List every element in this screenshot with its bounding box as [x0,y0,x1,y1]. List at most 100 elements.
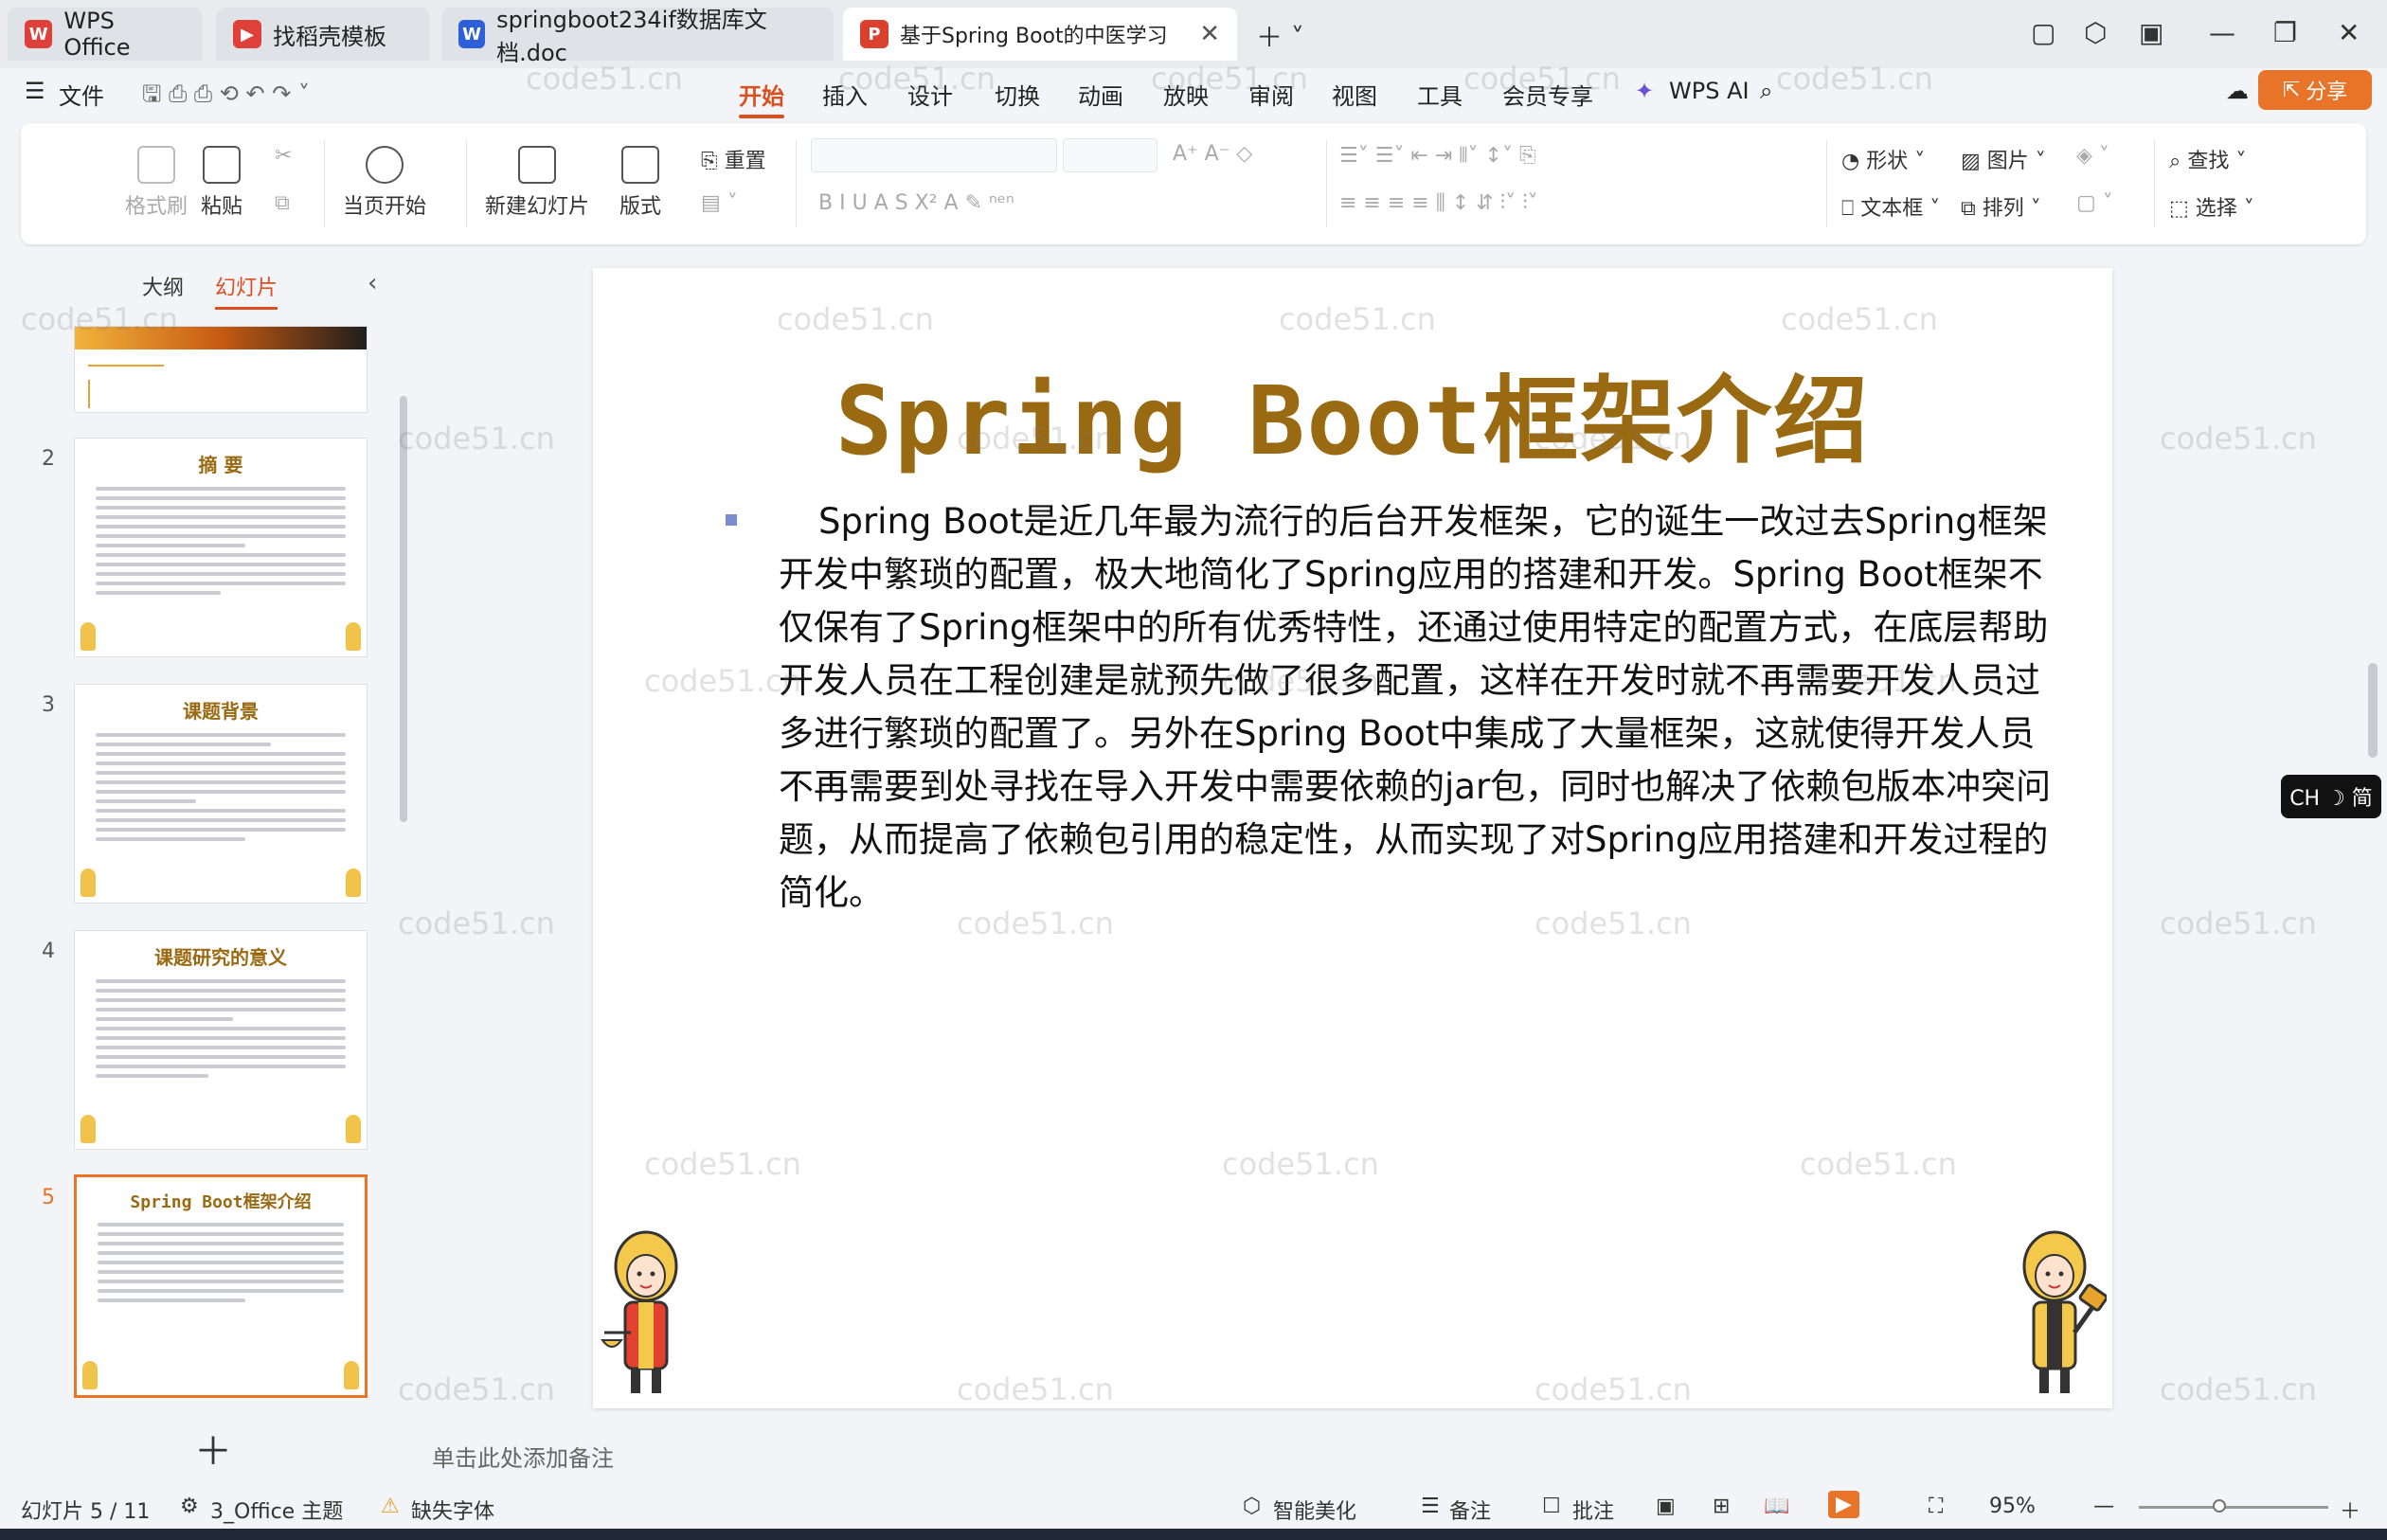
theme-name[interactable]: 3_Office 主题 [210,1495,343,1525]
new-tab-icon[interactable]: ＋ ˅ [1256,17,1304,55]
play-slideshow-icon[interactable]: ▶ [1828,1491,1859,1518]
menu-review[interactable]: 审阅 [1248,78,1294,111]
tab-word-doc[interactable]: W springboot234if数据库文档.doc [441,7,834,66]
cloud-upload-icon[interactable]: ☁ [2226,78,2249,104]
select-button[interactable]: ⬚ 选择 ˅ [2169,191,2254,222]
copy-icon[interactable]: ⧉ [275,191,290,215]
avatar[interactable]: ▣ [2139,17,2163,48]
font-size-controls[interactable]: A⁺ A⁻ ◇ [1173,142,1252,166]
slide-thumbnail-4[interactable]: 课题研究的意义 [74,930,368,1150]
slide-thumbnail-1[interactable] [74,326,368,413]
menu-home[interactable]: 开始 [739,78,784,118]
zoom-out-icon[interactable]: — [2093,1495,2114,1518]
watermark: code51.cn [2160,905,2317,941]
window-layout-icon[interactable]: ▢ [2031,17,2055,48]
slide-thumbnail-3[interactable]: 课题背景 [74,684,368,904]
picture-button[interactable]: ▨ 图片 ˅ [1961,144,2046,174]
outline-icon[interactable]: ▢ ˅ [2076,191,2113,215]
maximize-icon[interactable]: ❐ [2273,17,2297,48]
share-button[interactable]: ⇱ 分享 [2258,70,2372,110]
arrange-button[interactable]: ⧉ 排列 ˅ [1961,191,2041,222]
comments-button[interactable]: 批注 [1572,1495,1614,1525]
thumbnail-scrollbar[interactable] [400,396,407,822]
zoom-slider-handle[interactable] [2213,1499,2226,1513]
watermark: code51.cn [398,421,555,457]
notes-button[interactable]: 备注 [1449,1495,1491,1525]
play-label: 当页开始 [343,195,427,219]
menu-tools[interactable]: 工具 [1417,78,1463,111]
quick-access-toolbar[interactable]: 🖫 ⎙ ⎙ ⟲ ↶ ↷ ˅ [142,78,310,116]
menu-hamburger-icon[interactable]: ☰ [25,78,45,104]
slide-panel-tabs: 大纲 幻灯片 [142,271,302,310]
menu-transition[interactable]: 切换 [995,78,1040,111]
slide-body-text[interactable]: Spring Boot是近几年最为流行的后台开发框架，它的诞生一改过去Sprin… [779,495,2067,920]
textbox-button[interactable]: ⎕ 文本框 ˅ [1841,191,1940,222]
slide-thumbnail-2[interactable]: 摘 要 [74,438,368,657]
tab-docer[interactable]: ▶ 找稻壳模板 [216,8,430,61]
fit-window-icon[interactable]: ⛶ [1929,1495,1943,1518]
menu-file[interactable]: 文件 [59,78,104,111]
missing-font-button[interactable]: 缺失字体 [411,1495,494,1525]
tab-ppt-doc[interactable]: P 基于Spring Boot的中医学习 ✕ [843,8,1237,61]
font-style-controls[interactable]: B I U A S X² A ✎ ⁿᵉⁿ [818,191,1014,215]
slide-title[interactable]: Spring Boot框架介绍 [593,344,2112,481]
menu-member[interactable]: 会员专享 [1502,78,1593,111]
new-slide-label: 新建幻灯片 [485,195,590,219]
slide-scrollbar[interactable] [2368,663,2378,758]
shape-button[interactable]: ◔ 形状 ˅ [1841,144,1925,174]
notes-area[interactable]: 单击此处添加备注 [417,1421,2387,1487]
find-button[interactable]: ⌕ 查找 ˅ [2169,144,2246,174]
section-icon[interactable]: ▤ ˅ [701,191,738,215]
thumbnail-decoration [88,365,164,367]
menu-view[interactable]: 视图 [1332,78,1377,111]
zoom-in-icon[interactable]: ＋ [2340,1495,2360,1525]
smart-beautify-icon: ⬡ [1243,1495,1262,1518]
tab-outline[interactable]: 大纲 [142,271,184,301]
smart-beautify-button[interactable]: 智能美化 [1273,1495,1356,1525]
menu-design[interactable]: 设计 [907,78,953,111]
menu-animation[interactable]: 动画 [1078,78,1123,111]
comment-icon: ☐ [1542,1495,1561,1518]
thumbnail-title: 摘 要 [198,454,243,476]
zoom-level[interactable]: 95% [1989,1495,2036,1518]
reset-button[interactable]: ⎘ 重置 [701,144,766,174]
font-name-select[interactable] [811,138,1057,172]
layout-button[interactable]: 版式 [619,146,661,220]
format-painter-button[interactable]: 格式刷 [125,146,188,220]
search-icon[interactable]: ⌕ [1760,78,1772,104]
tab-slides[interactable]: 幻灯片 [215,271,278,310]
paste-button[interactable]: 粘贴 [201,146,242,220]
tab-wps-office[interactable]: W WPS Office [8,8,203,61]
normal-view-icon[interactable]: ▣ [1656,1495,1676,1518]
layout-icon [621,146,659,184]
collapse-panel-icon[interactable]: ‹ [368,269,377,297]
play-icon [366,146,404,184]
separator [796,140,797,227]
paragraph-list-controls[interactable]: ☰˅ ☰˅ ⇤ ⇥ ⫴˅ ↕˅ ⎘ [1339,144,1536,168]
thumbnail-text [98,1223,344,1302]
font-size-select[interactable] [1063,138,1158,172]
zoom-slider[interactable] [2139,1506,2328,1509]
cube-icon[interactable]: ⬡ [2084,17,2107,48]
play-from-current-button[interactable]: 当页开始 [343,146,426,220]
ime-indicator[interactable]: CH ☽ 简 [2281,775,2381,818]
close-tab-icon[interactable]: ✕ [1199,20,1220,48]
menu-wps-ai[interactable]: WPS AI [1669,78,1750,104]
notes-placeholder: 单击此处添加备注 [432,1445,614,1472]
menu-insert[interactable]: 插入 [822,78,868,111]
brush-icon [137,146,175,184]
menu-bar: ☰ 文件 🖫 ⎙ ⎙ ⟲ ↶ ↷ ˅ 开始 插入 设计 切换 动画 放映 审阅 … [0,68,2387,118]
close-window-icon[interactable]: ✕ [2338,17,2360,48]
add-slide-icon[interactable]: ＋ [194,1421,232,1476]
menu-slideshow[interactable]: 放映 [1163,78,1209,111]
fill-icon[interactable]: ◈ ˅ [2076,144,2109,168]
slide-sorter-icon[interactable]: ⊞ [1713,1495,1730,1518]
paragraph-align-controls[interactable]: ≡ ≡ ≡ ≡ ⫼ ↕ ⇵ ⫶˅ ⫶˅ [1339,191,1538,215]
slide-canvas[interactable]: Spring Boot框架介绍 Spring Boot是近几年最为流行的后台开发… [593,268,2112,1408]
cut-icon[interactable]: ✂ [275,144,292,168]
paste-label: 粘贴 [201,195,243,219]
new-slide-button[interactable]: 新建幻灯片 [485,146,589,220]
slide-thumbnail-5[interactable]: Spring Boot框架介绍 [74,1174,368,1398]
reading-view-icon[interactable]: 📖 [1764,1495,1789,1518]
minimize-icon[interactable]: — [2209,17,2235,48]
